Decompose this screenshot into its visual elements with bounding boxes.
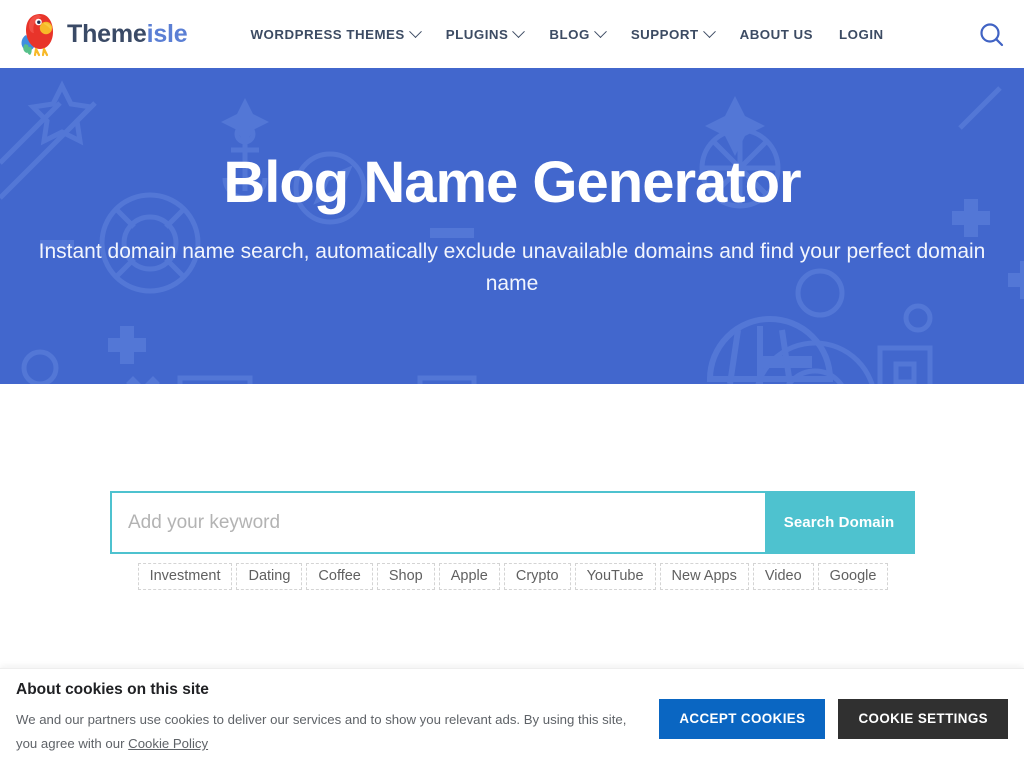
domain-search-section: Search Domain Investment Dating Coffee S… xyxy=(0,384,1024,668)
site-logo[interactable]: Themeisle xyxy=(20,11,188,57)
nav-label: ABOUT US xyxy=(739,26,814,42)
cookie-banner-title: About cookies on this site xyxy=(16,681,209,699)
nav-label: WORDPRESS THEMES xyxy=(250,26,405,42)
suggestion-chip[interactable]: New Apps xyxy=(659,563,749,590)
hero-section: Blog Name Generator Instant domain name … xyxy=(0,68,1024,384)
suggestion-chip[interactable]: Shop xyxy=(376,563,435,590)
site-header: Themeisle WORDPRESS THEMES PLUGINS BLOG … xyxy=(0,0,1024,68)
chevron-down-icon xyxy=(702,24,716,38)
search-domain-button[interactable]: Search Domain xyxy=(765,493,913,552)
search-icon xyxy=(980,23,1004,47)
logo-text-primary: Theme xyxy=(67,19,147,48)
nav-label: PLUGINS xyxy=(445,26,509,42)
cookie-body-line1: We and our partners use cookies to deliv… xyxy=(16,712,627,728)
suggestion-chip[interactable]: Investment xyxy=(137,563,233,590)
nav-label: LOGIN xyxy=(839,26,884,42)
suggestion-chip[interactable]: Coffee xyxy=(306,563,373,590)
nav-item-plugins[interactable]: PLUGINS xyxy=(433,24,537,42)
suggestion-chip[interactable]: YouTube xyxy=(574,563,656,590)
nav-label: SUPPORT xyxy=(630,26,699,42)
cookie-settings-button[interactable]: COOKIE SETTINGS xyxy=(838,698,1008,739)
nav-item-login[interactable]: LOGIN xyxy=(826,27,897,42)
main-navigation: WORDPRESS THEMES PLUGINS BLOG SUPPORT AB… xyxy=(250,24,897,42)
header-search-button[interactable] xyxy=(977,20,1007,50)
page-title: Blog Name Generator xyxy=(223,150,801,215)
hero-subtitle: Instant domain name search, automaticall… xyxy=(38,239,986,296)
suggestion-chip[interactable]: Google xyxy=(817,563,889,590)
search-bar: Search Domain xyxy=(110,491,915,554)
cookie-body-line2: you agree with our xyxy=(16,736,129,751)
suggestion-chip[interactable]: Dating xyxy=(236,563,303,590)
hero-content: Blog Name Generator Instant domain name … xyxy=(0,68,1024,301)
suggestion-chip[interactable]: Crypto xyxy=(503,563,571,590)
chevron-down-icon xyxy=(593,24,607,38)
cookie-consent-banner: About cookies on this site We and our pa… xyxy=(0,668,1024,768)
nav-item-about-us[interactable]: ABOUT US xyxy=(727,27,826,42)
nav-item-blog[interactable]: BLOG xyxy=(536,24,617,42)
accept-cookies-button[interactable]: ACCEPT COOKIES xyxy=(659,698,826,739)
suggestion-chip[interactable]: Video xyxy=(752,563,814,590)
logo-wordmark: Themeisle xyxy=(67,19,188,48)
chevron-down-icon xyxy=(408,24,422,38)
nav-item-wordpress-themes[interactable]: WORDPRESS THEMES xyxy=(250,24,433,42)
chevron-down-icon xyxy=(512,24,526,38)
logo-text-secondary: isle xyxy=(146,19,188,48)
nav-label: BLOG xyxy=(549,26,590,42)
parrot-logo-icon xyxy=(21,14,53,57)
cookie-policy-link[interactable]: Cookie Policy xyxy=(128,736,208,751)
cookie-banner-actions: ACCEPT COOKIES COOKIE SETTINGS xyxy=(659,698,1008,739)
cookie-banner-body: We and our partners use cookies to deliv… xyxy=(16,708,636,756)
nav-item-support[interactable]: SUPPORT xyxy=(618,24,727,42)
keyword-suggestions: Investment Dating Coffee Shop Apple Cryp… xyxy=(110,563,916,590)
cookie-banner-text: About cookies on this site We and our pa… xyxy=(16,681,656,756)
suggestion-chip[interactable]: Apple xyxy=(438,563,500,590)
keyword-search-input[interactable] xyxy=(112,493,765,552)
